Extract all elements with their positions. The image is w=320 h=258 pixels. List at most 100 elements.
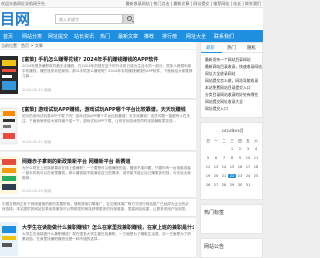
search-button[interactable] bbox=[123, 14, 134, 24]
nav-item-categories[interactable]: 网站分类 bbox=[22, 33, 42, 40]
top-links[interactable]: 最新收录网站 | 热门点击 | 最新文章 | 网址提交 | 推荐网站 | 站长 … bbox=[126, 1, 261, 7]
post-excerpt: 2024年很多兼职软件都无法赚钱，在2024年的现在这个时代手机已成为生活中的一… bbox=[22, 64, 193, 78]
calendar-day[interactable]: 8 bbox=[228, 156, 236, 160]
post-title[interactable]: [富策] 手机怎么赚零花钱？2024年手机赚钱赚钱的APP软件 bbox=[22, 56, 194, 63]
tab-hot[interactable]: 热门 bbox=[227, 45, 236, 51]
list-item: [富策] 手机怎么赚零花钱？2024年手机赚钱赚钱的APP软件 2024年很多兼… bbox=[0, 50, 196, 99]
post-meta: 2024-05-22 阅读 bbox=[22, 88, 52, 92]
calendar-day[interactable]: 19 bbox=[204, 174, 212, 178]
sidebar-link[interactable]: 网站提交怎么做，网站导航收录 bbox=[205, 78, 263, 84]
calendar-day[interactable]: 31 bbox=[244, 183, 252, 187]
calendar-day[interactable]: 21 bbox=[220, 174, 228, 178]
post-thumbnail[interactable] bbox=[0, 106, 18, 146]
list-item: 大学生在读能做什么兼职赚钱？怎么在家里找兼职赚钱，在家上班的兼职是什么 大学生在… bbox=[0, 218, 196, 258]
calendar-week: 5 6 7 8 9 10 11 bbox=[204, 156, 262, 161]
calendar-day[interactable]: 20 bbox=[212, 174, 220, 178]
calendar-weekday: 三 bbox=[230, 139, 234, 143]
sidebar-link[interactable]: 分类目录网站收录的好处有哪些 bbox=[205, 92, 263, 98]
welcome-text: 欢迎光临网址导航网平台 bbox=[1, 1, 45, 6]
calendar-day[interactable]: 25 bbox=[252, 174, 260, 178]
calendar-weekday: 一 bbox=[214, 139, 218, 143]
calendar-day[interactable]: 11 bbox=[252, 156, 260, 160]
tags-title: 热门标签 bbox=[204, 210, 225, 216]
calendar-weekday: 二 bbox=[222, 139, 226, 143]
calendar-day[interactable]: 3 bbox=[244, 147, 252, 151]
calendar-panel: 2024年05月 日 一 二 三 四 五 六 1 2 3 4 5 6 7 8 9 10 11 12 13… bbox=[200, 122, 263, 200]
calendar-day[interactable]: 7 bbox=[220, 156, 228, 160]
sidebar-link[interactable]: 网站提交网址收录大全 bbox=[205, 99, 263, 105]
calendar-week: 12 13 14 15 16 17 18 bbox=[204, 165, 262, 170]
main-nav: 首页 网站分类 网址提交 站长资讯 热门 最新文章 推荐 排行榜 网址大全 联系… bbox=[0, 30, 263, 42]
nav-item-contact[interactable]: 联系我们 bbox=[214, 33, 234, 40]
calendar-day[interactable]: 16 bbox=[236, 165, 244, 169]
calendar-weekday: 五 bbox=[246, 139, 250, 143]
calendar-week: 19 20 21 22 23 24 25 bbox=[204, 174, 262, 179]
breadcrumb-text[interactable]: 当前位置：首页 > 文章 bbox=[1, 43, 43, 49]
nav-item-ranking[interactable]: 排行榜 bbox=[162, 33, 177, 40]
sidebar-link[interactable]: 网址大全收录网站 bbox=[205, 71, 263, 77]
sidebar: 最新 热门 随机 最新发布一个网站目录网站 最新网站目录收录，快速收录网站 网址… bbox=[200, 42, 264, 258]
calendar-weekday: 四 bbox=[238, 139, 242, 143]
calendar-day[interactable]: 17 bbox=[244, 165, 252, 169]
calendar-day[interactable]: 6 bbox=[212, 156, 220, 160]
nav-item-directory[interactable]: 网址大全 bbox=[186, 33, 206, 40]
calendar-day[interactable]: 27 bbox=[212, 183, 220, 187]
calendar-day[interactable]: 4 bbox=[252, 147, 260, 151]
calendar-day[interactable]: 28 bbox=[220, 183, 228, 187]
calendar-day[interactable]: 10 bbox=[244, 156, 252, 160]
sidebar-link[interactable]: 最新发布一个网站目录网站 bbox=[205, 57, 263, 63]
post-title[interactable]: 大学生在读能做什么兼职赚钱？怎么在家里找兼职赚钱，在家上班的兼职是什么 bbox=[22, 224, 194, 231]
post-excerpt: 大学生在读能做什么兼职赚钱？现在很多大学生都在找兼职，一方面是为了赚取生活费，另… bbox=[22, 232, 191, 241]
sidebar-link[interactable]: 网址提交入口 bbox=[205, 106, 263, 112]
calendar-day[interactable]: 29 bbox=[228, 183, 236, 187]
search-input[interactable]: 输入关键字 bbox=[55, 14, 123, 24]
tab-random[interactable]: 随机 bbox=[247, 45, 256, 51]
nav-item-recommend[interactable]: 推荐 bbox=[144, 33, 154, 40]
calendar-weekday: 日 bbox=[206, 139, 210, 143]
calendar-day[interactable]: 26 bbox=[204, 183, 212, 187]
calendar-day[interactable]: 9 bbox=[236, 156, 244, 160]
post-title[interactable]: [富策] 游戏试玩APP赚钱，游戏试玩APP哪个平台比较靠谱，天天玩赚钱 bbox=[22, 106, 194, 113]
post-excerpt: 为什么现在上班族都喜欢在网上做兼职？一个要是可以做兼职的话，赚钱不成问题，只要你… bbox=[22, 166, 191, 180]
post-meta: 2024-05-20 阅读 bbox=[22, 189, 52, 193]
post-thumbnail[interactable] bbox=[0, 56, 18, 94]
tab-latest[interactable]: 最新 bbox=[206, 45, 215, 51]
calendar-day[interactable]: 2 bbox=[236, 147, 244, 151]
nav-item-home[interactable]: 首页 bbox=[3, 33, 13, 40]
calendar-day[interactable]: 12 bbox=[204, 165, 212, 169]
calendar-day[interactable]: 23 bbox=[236, 174, 244, 178]
list-item: [富策] 游戏试玩APP赚钱，游戏试玩APP哪个平台比较靠谱，天天玩赚钱 如今的… bbox=[0, 100, 196, 151]
nav-item-latest[interactable]: 最新文章 bbox=[118, 33, 138, 40]
tags-panel: 热门标签 bbox=[200, 204, 263, 234]
sidebar-link[interactable]: 本站免费网站目录提交入口 bbox=[205, 85, 263, 91]
calendar-day[interactable]: 22 bbox=[228, 174, 236, 178]
calendar-week: 26 27 28 29 30 31 bbox=[204, 183, 262, 188]
calendar-day[interactable]: 24 bbox=[244, 174, 252, 178]
post-title[interactable]: 网赚赤子拿到的新政策新平台 网赚新平台 新赛道 bbox=[22, 158, 194, 165]
calendar-day[interactable]: 5 bbox=[204, 156, 212, 160]
post-thumbnail[interactable] bbox=[0, 222, 18, 256]
search-icon bbox=[127, 16, 132, 21]
calendar-week: 1234 bbox=[204, 147, 262, 152]
calendar-weekday: 六 bbox=[254, 139, 258, 143]
nav-item-news[interactable]: 站长资讯 bbox=[74, 33, 94, 40]
calendar-weekdays: 日 一 二 三 四 五 六 bbox=[204, 139, 262, 144]
sidebar-tabs: 最新 热门 随机 bbox=[201, 43, 264, 53]
sidebar-tabs-panel: 最新 热门 随机 最新发布一个网站目录网站 最新网站目录收录，快速收录网站 网址… bbox=[200, 42, 264, 118]
article-list: [富策] 手机怎么赚零花钱？2024年手机赚钱赚钱的APP软件 2024年很多兼… bbox=[0, 50, 196, 258]
calendar-day[interactable]: 1 bbox=[228, 147, 236, 151]
calendar-day[interactable]: 18 bbox=[252, 165, 260, 169]
nav-item-hot[interactable]: 热门 bbox=[100, 33, 110, 40]
notice-text: 中国互联网正处于网络营销的新的发展阶段，借助搜索引擎推广、社交媒体推广等方式进行… bbox=[2, 202, 189, 211]
sidebar-link[interactable]: 最新网站目录收录，快速收录网站 bbox=[205, 64, 263, 70]
list-item: 网赚赤子拿到的新政策新平台 网赚新平台 新赛道 为什么现在上班族都喜欢在网上做兼… bbox=[0, 152, 196, 198]
stats-panel: 网站公告 bbox=[200, 238, 263, 258]
tab-active-indicator bbox=[201, 52, 222, 53]
calendar-day[interactable]: 13 bbox=[212, 165, 220, 169]
post-thumbnail[interactable] bbox=[0, 156, 18, 194]
calendar-day[interactable]: 15 bbox=[228, 165, 236, 169]
site-logo[interactable]: 目网 bbox=[0, 11, 30, 27]
calendar-day[interactable]: 14 bbox=[220, 165, 228, 169]
nav-item-submit[interactable]: 网址提交 bbox=[48, 33, 68, 40]
calendar-day[interactable]: 30 bbox=[236, 183, 244, 187]
